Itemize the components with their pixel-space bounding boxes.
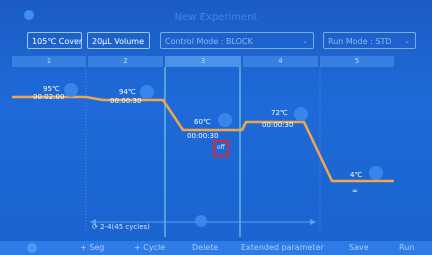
cycle-handle[interactable] (195, 215, 207, 227)
control-mode-select[interactable]: Control Mode : BLOCK ⌄ (160, 32, 314, 49)
cursor-text: off (217, 144, 225, 151)
page-title: New Experiment (174, 12, 258, 23)
run-button[interactable]: Run (399, 241, 414, 255)
add-cycle-button[interactable]: + Cycle (134, 241, 165, 255)
cycle-text: 2-4(45 cycles) (100, 223, 150, 231)
cycle-icon: ⟳ (92, 223, 98, 231)
cover-temp-button[interactable]: 105℃ Cover (27, 32, 82, 49)
step-1-time[interactable]: 00:02:00 (33, 93, 64, 101)
step-3-temp[interactable]: 60℃ (194, 118, 211, 126)
step-5-temp[interactable]: 4℃ (350, 171, 362, 179)
step-2-time[interactable]: 00:00:30 (110, 97, 141, 105)
control-mode-value: Control Mode : BLOCK (165, 37, 253, 46)
step-4-time[interactable]: 00:00:30 (262, 121, 293, 129)
step-4-handle[interactable] (294, 107, 308, 121)
run-mode-select[interactable]: Run Mode : STD ⌄ (323, 32, 416, 49)
title-bar: New Experiment (0, 0, 432, 26)
cycle-label[interactable]: ⟳ 2-4(45 cycles) (92, 223, 150, 231)
bottom-toolbar: + Seg + Cycle Delete Extended parameter … (0, 241, 432, 255)
segment-header-3[interactable]: 3 (165, 56, 241, 67)
segment-header-1[interactable]: 1 (12, 56, 86, 67)
step-1-temp[interactable]: 95℃ (43, 85, 60, 93)
step-2-handle[interactable] (140, 85, 154, 99)
segment-header-4[interactable]: 4 (243, 56, 318, 67)
segment-header-5[interactable]: 5 (320, 56, 394, 67)
step-5-time[interactable]: ∞ (352, 187, 358, 195)
chevron-down-icon: ⌄ (404, 37, 410, 45)
extended-parameter-button[interactable]: Extended parameter (241, 241, 324, 255)
chevron-down-icon: ⌄ (302, 37, 308, 45)
experiment-screen: New Experiment 105℃ Cover 20μL Volume Co… (0, 0, 432, 255)
add-seg-button[interactable]: + Seg (80, 241, 104, 255)
segment-header-2[interactable]: 2 (88, 56, 163, 67)
step-3-time[interactable]: 00:00:30 (187, 132, 218, 140)
step-2-temp[interactable]: 94℃ (119, 88, 136, 96)
home-icon[interactable] (27, 243, 37, 253)
bracket-right-arrow (310, 219, 316, 225)
step-4-temp[interactable]: 72℃ (271, 109, 288, 117)
volume-button[interactable]: 20μL Volume (87, 32, 150, 49)
step-3-handle[interactable] (218, 113, 232, 127)
step-1-handle[interactable] (64, 83, 78, 97)
step-5-handle[interactable] (369, 166, 383, 180)
run-mode-value: Run Mode : STD (328, 37, 392, 46)
delete-button[interactable]: Delete (192, 241, 218, 255)
save-button[interactable]: Save (349, 241, 369, 255)
